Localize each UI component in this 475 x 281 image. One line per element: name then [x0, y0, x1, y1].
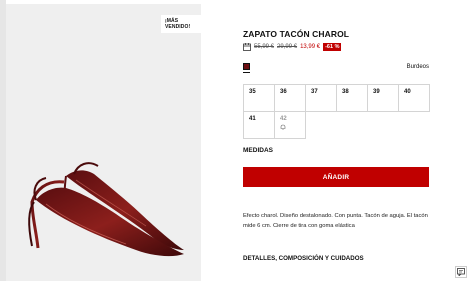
bestseller-badge: ¡MÁS VENDIDO!	[161, 15, 201, 33]
size-label: 42	[280, 116, 287, 122]
previous-price: 29,99 €	[277, 44, 298, 50]
shoe-illustration	[28, 162, 184, 257]
size-option[interactable]: 37	[305, 84, 337, 112]
sale-price: 13,99 €	[300, 44, 321, 50]
color-swatch-burdeos[interactable]	[243, 63, 250, 70]
size-option[interactable]: 40	[398, 84, 430, 112]
discount-badge: -61 %	[323, 43, 342, 51]
product-image[interactable]: ¡MÁS VENDIDO!	[6, 4, 201, 281]
size-option[interactable]: 35	[243, 84, 275, 112]
size-option[interactable]: 41	[243, 111, 275, 139]
size-option[interactable]: 38	[336, 84, 368, 112]
product-description: Efecto charol. Diseño destalonado. Con p…	[243, 213, 428, 229]
calendar-icon[interactable]	[243, 43, 251, 51]
size-selector: 35 36 37 38 39 40 41 42	[243, 84, 430, 139]
details-accordion[interactable]: DETALLES, COMPOSICIÓN Y CUIDADOS	[243, 255, 364, 262]
measures-link[interactable]: MEDIDAS	[243, 147, 273, 154]
size-option[interactable]: 36	[274, 84, 306, 112]
size-option-unavailable[interactable]: 42	[274, 111, 306, 139]
product-title: ZAPATO TACÓN CHAROL	[243, 29, 350, 39]
add-to-cart-button[interactable]: AÑADIR	[243, 167, 429, 187]
selected-swatch-indicator	[243, 72, 250, 73]
price-row: 55,99 € 29,99 € 13,99 € -61 %	[243, 43, 342, 51]
bell-icon	[280, 124, 286, 130]
size-option[interactable]: 39	[367, 84, 399, 112]
original-price: 55,99 €	[254, 44, 275, 50]
color-name: Burdeos	[406, 64, 429, 70]
chat-icon[interactable]	[455, 266, 467, 278]
